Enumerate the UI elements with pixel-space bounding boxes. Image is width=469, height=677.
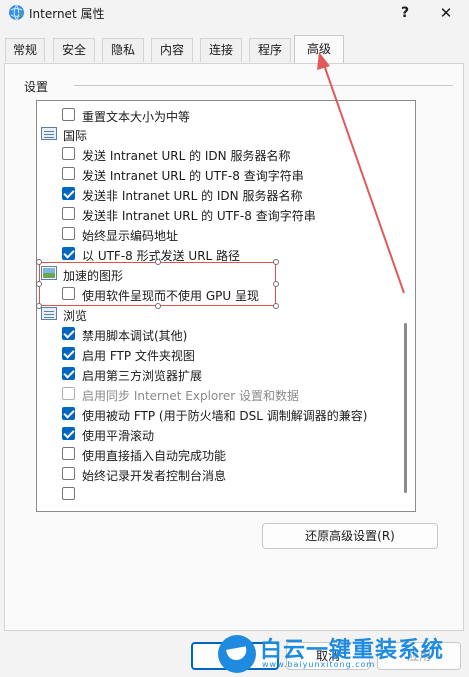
settings-item-partial[interactable] (37, 484, 397, 504)
checkbox[interactable] (62, 367, 75, 380)
settings-item-reset-text-size[interactable]: 重置文本大小为中等 (37, 105, 397, 125)
tab-security[interactable]: 安全 (53, 38, 95, 62)
tab-connections[interactable]: 连接 (200, 38, 242, 62)
folder-list-icon (41, 307, 57, 320)
settings-item-non-intranet-idn[interactable]: 发送非 Intranet URL 的 IDN 服务器名称 (37, 184, 397, 204)
checkbox[interactable] (62, 407, 75, 420)
settings-list[interactable]: 重置文本大小为中等 国际 发送 Intranet URL 的 IDN 服务器名称… (36, 100, 416, 512)
settings-item-log-console-messages[interactable]: 始终记录开发者控制台消息 (37, 464, 397, 484)
selection-handle (36, 259, 42, 265)
item-label: 禁用脚本调试(其他) (82, 329, 188, 343)
item-label: 启用 FTP 文件夹视图 (82, 349, 195, 363)
settings-item-inline-autocomplete[interactable]: 使用直接插入自动完成功能 (37, 444, 397, 464)
selection-handle (155, 259, 161, 265)
restore-advanced-settings-button[interactable]: 还原高级设置(R) (262, 523, 438, 549)
settings-item-show-encoded-address[interactable]: 始终显示编码地址 (37, 224, 397, 244)
settings-item-utf8-url-path[interactable]: 以 UTF-8 形式发送 URL 路径 (37, 244, 397, 264)
settings-item-intranet-idn[interactable]: 发送 Intranet URL 的 IDN 服务器名称 (37, 144, 397, 164)
settings-divider (74, 85, 453, 86)
settings-group-label: 设置 (24, 80, 49, 94)
tab-privacy[interactable]: 隐私 (102, 38, 144, 62)
highlight-box (39, 262, 276, 306)
settings-group-browsing: 浏览 (37, 304, 397, 324)
selection-handle (36, 281, 42, 287)
item-label: 发送 Intranet URL 的 UTF-8 查询字符串 (82, 169, 304, 183)
settings-item-ftp-folder-view[interactable]: 启用 FTP 文件夹视图 (37, 344, 397, 364)
checkbox[interactable] (62, 187, 75, 200)
checkbox[interactable] (62, 147, 75, 160)
settings-item-smooth-scrolling[interactable]: 使用平滑滚动 (37, 424, 397, 444)
list-scrollbar[interactable] (396, 101, 414, 511)
item-label: 重置文本大小为中等 (82, 110, 191, 124)
group-label: 国际 (63, 129, 88, 143)
checkbox[interactable] (62, 447, 75, 460)
checkbox[interactable] (62, 467, 75, 480)
help-button[interactable]: ? (392, 2, 418, 24)
checkbox[interactable] (62, 227, 75, 240)
watermark-url: www.baiyunxitong.com (262, 660, 376, 669)
checkbox[interactable] (62, 327, 75, 340)
settings-item-third-party-extensions[interactable]: 启用第三方浏览器扩展 (37, 364, 397, 384)
group-label: 浏览 (63, 309, 88, 323)
settings-item-disable-script-debugging[interactable]: 禁用脚本调试(其他) (37, 324, 397, 344)
checkbox[interactable] (62, 427, 75, 440)
checkbox[interactable] (62, 108, 75, 121)
checkbox (62, 387, 75, 400)
item-label: 使用直接插入自动完成功能 (82, 449, 227, 463)
settings-group-international: 国际 (37, 124, 397, 144)
item-label: 发送非 Intranet URL 的 IDN 服务器名称 (82, 189, 303, 203)
window-title: Internet 属性 (29, 7, 105, 21)
selection-handle (273, 259, 279, 265)
item-label: 启用同步 Internet Explorer 设置和数据 (82, 389, 300, 403)
close-button[interactable]: ✕ (430, 2, 462, 24)
item-label: 发送 Intranet URL 的 IDN 服务器名称 (82, 149, 291, 163)
selection-handle (273, 303, 279, 309)
checkbox[interactable] (62, 167, 75, 180)
item-label: 使用平滑滚动 (82, 429, 155, 443)
checkbox[interactable] (62, 347, 75, 360)
tab-general[interactable]: 常规 (5, 38, 45, 62)
selection-handle (273, 281, 279, 287)
folder-list-icon (41, 127, 57, 140)
item-label: 启用第三方浏览器扩展 (82, 369, 203, 383)
title-bar: Internet 属性 ? ✕ (0, 0, 469, 26)
settings-item-passive-ftp[interactable]: 使用被动 FTP (用于防火墙和 DSL 调制解调器的兼容) (37, 404, 397, 424)
checkbox[interactable] (62, 487, 75, 500)
settings-item-sync-settings: 启用同步 Internet Explorer 设置和数据 (37, 384, 397, 404)
item-label: 发送非 Intranet URL 的 UTF-8 查询字符串 (82, 209, 316, 223)
item-label: 使用被动 FTP (用于防火墙和 DSL 调制解调器的兼容) (82, 409, 368, 423)
item-label: 始终记录开发者控制台消息 (82, 469, 227, 483)
tab-programs[interactable]: 程序 (249, 38, 291, 62)
internet-globe-icon (9, 4, 24, 21)
settings-item-non-intranet-utf8[interactable]: 发送非 Intranet URL 的 UTF-8 查询字符串 (37, 204, 397, 224)
item-label: 始终显示编码地址 (82, 229, 179, 243)
tab-advanced[interactable]: 高级 (294, 35, 344, 63)
selection-handle (36, 303, 42, 309)
selection-handle (155, 303, 161, 309)
checkbox[interactable] (62, 247, 75, 260)
scroll-thumb[interactable] (404, 323, 407, 493)
checkbox[interactable] (62, 207, 75, 220)
tab-content[interactable]: 内容 (151, 38, 193, 62)
settings-item-intranet-utf8[interactable]: 发送 Intranet URL 的 UTF-8 查询字符串 (37, 164, 397, 184)
watermark-bird-icon (218, 635, 256, 673)
